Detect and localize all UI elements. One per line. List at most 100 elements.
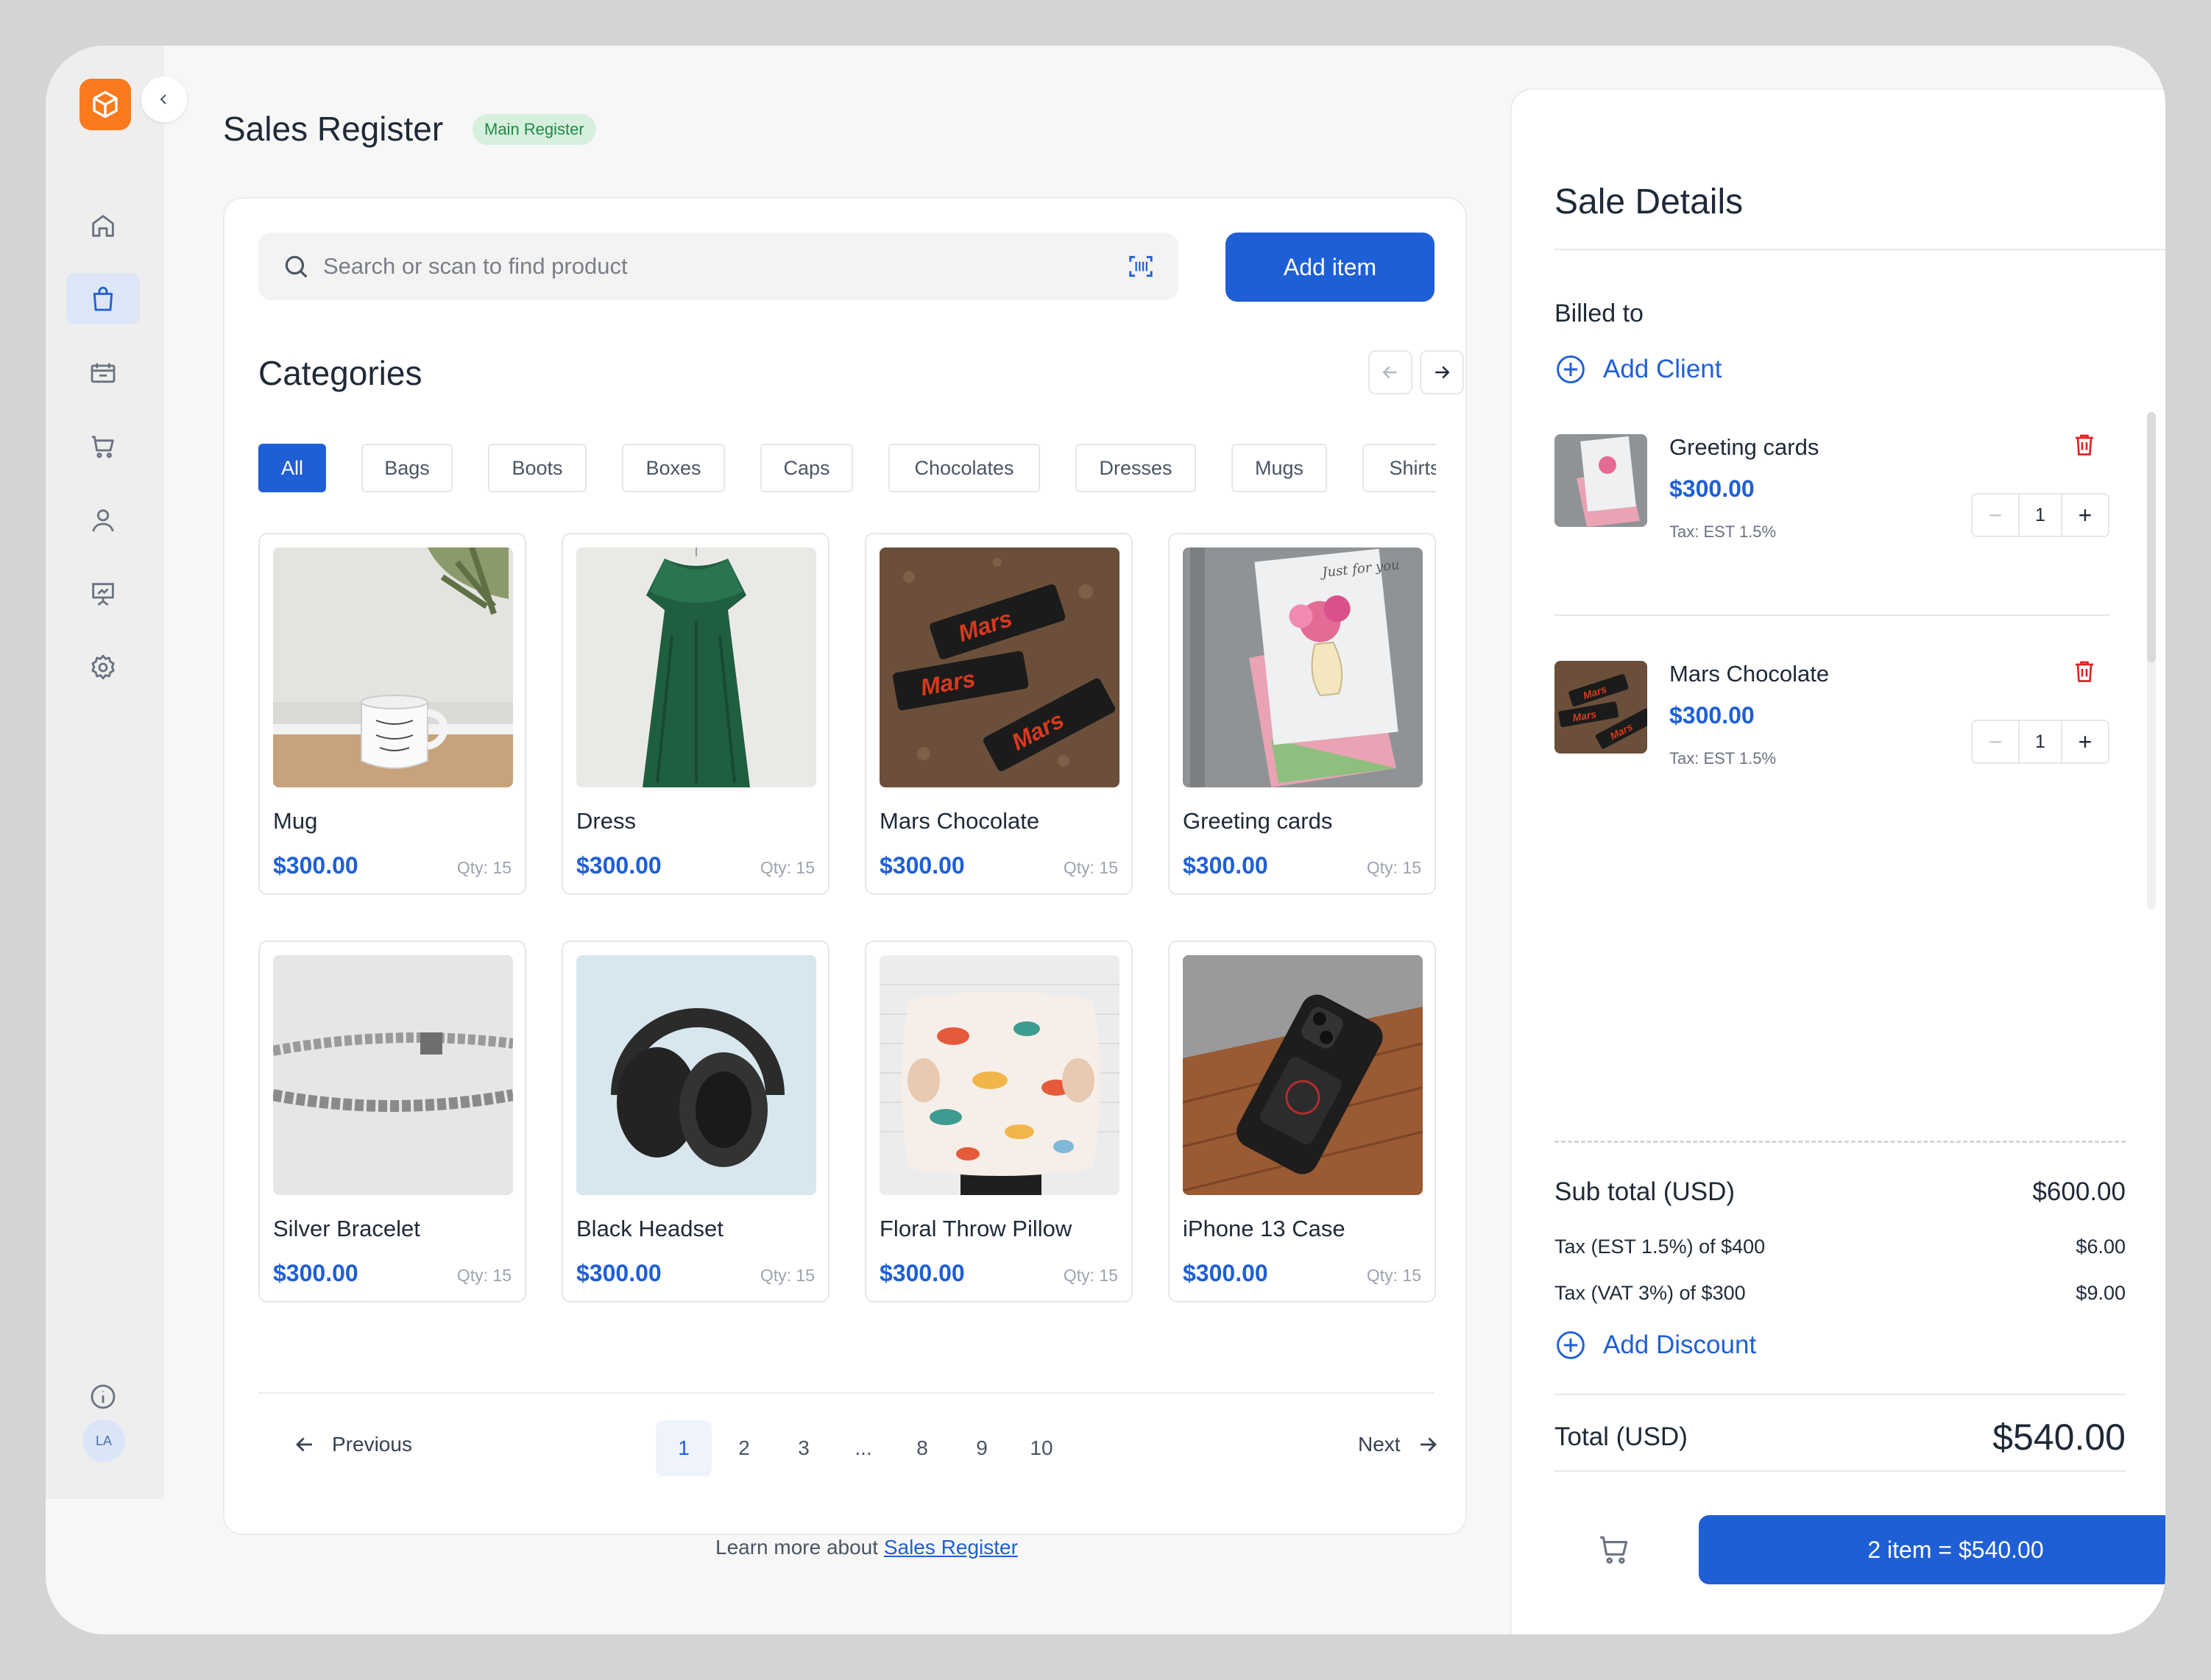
product-qty: Qty: 15 (1366, 1266, 1421, 1285)
tax-label: Tax (VAT 3%) of $300 (1554, 1282, 1746, 1304)
product-card-silver-bracelet[interactable]: Silver Bracelet $300.00 Qty: 15 (258, 940, 526, 1302)
add-client-button[interactable]: Add Client (1554, 353, 1722, 386)
subtotal-label: Sub total (USD) (1554, 1177, 1736, 1206)
total-value: $540.00 (1992, 1417, 2126, 1458)
category-chip-shirts[interactable]: Shirts (1362, 444, 1436, 492)
categories-title: Categories (258, 354, 422, 392)
product-image-silver-bracelet (273, 955, 513, 1195)
page-number-8[interactable]: 8 (894, 1420, 950, 1476)
device-frame: LA Sales Register Main Register Add item… (0, 0, 2211, 1680)
product-image-iphone-13-case (1183, 955, 1423, 1195)
categories-next-button[interactable] (1420, 350, 1464, 394)
quantity-value[interactable]: 1 (2018, 495, 2062, 536)
product-card-mug[interactable]: Mug $300.00 Qty: 15 (258, 533, 526, 895)
arrow-right-icon (1420, 1437, 1437, 1452)
product-card-mars-chocolate[interactable]: Mars Mars Mars Mars Chocolate $300.00 Qt… (865, 533, 1133, 895)
product-name: Greeting cards (1183, 808, 1333, 834)
page-number-10[interactable]: 10 (1013, 1420, 1069, 1476)
category-chip-boxes[interactable]: Boxes (622, 444, 725, 492)
categories-prev-button[interactable] (1368, 350, 1412, 394)
add-item-button[interactable]: Add item (1225, 233, 1435, 302)
category-chip-bags[interactable]: Bags (361, 444, 453, 492)
page-number-2[interactable]: 2 (716, 1420, 772, 1476)
product-price: $300.00 (880, 1260, 965, 1286)
search-icon (285, 255, 308, 278)
product-qty: Qty: 15 (1063, 858, 1118, 877)
page-number-3[interactable]: 3 (776, 1420, 832, 1476)
remove-item-button[interactable] (2068, 428, 2101, 461)
sidebar-item-tickets[interactable] (66, 347, 140, 399)
tax-label: Tax (EST 1.5%) of $400 (1554, 1236, 1766, 1258)
pagination-next-button[interactable]: Next (1358, 1432, 1440, 1457)
sidebar-item-info[interactable] (66, 1371, 140, 1422)
category-chip-caps[interactable]: Caps (760, 444, 853, 492)
product-card-dress[interactable]: Dress $300.00 Qty: 15 (562, 533, 829, 895)
divider (1554, 614, 2109, 616)
product-qty: Qty: 15 (456, 858, 512, 877)
search-input[interactable] (323, 253, 1127, 280)
arrow-left-icon (1382, 366, 1397, 379)
ticket-icon (91, 363, 116, 383)
checkout-button[interactable]: 2 item = $540.00 (1699, 1515, 2165, 1584)
subtotal-value: $600.00 (2032, 1177, 2126, 1206)
cart-item-thumbnail (1554, 434, 1647, 527)
arrow-right-icon (1435, 366, 1450, 379)
page-number-9[interactable]: 9 (954, 1420, 1010, 1476)
quantity-stepper: − 1 + (1971, 720, 2109, 764)
quantity-stepper: − 1 + (1971, 493, 2109, 537)
sidebar: LA (46, 46, 164, 1499)
scrollbar-thumb[interactable] (2147, 412, 2156, 662)
product-card-floral-throw-pillow[interactable]: Floral Throw Pillow $300.00 Qty: 15 (865, 940, 1133, 1302)
cart-item-price: $300.00 (1669, 702, 1755, 729)
increase-quantity-button[interactable]: + (2062, 721, 2108, 762)
pagination-previous-button[interactable]: Previous (292, 1432, 412, 1457)
brand-logo[interactable] (79, 79, 131, 130)
add-discount-button[interactable]: Add Discount (1554, 1329, 1756, 1361)
decrease-quantity-button[interactable]: − (1973, 721, 2018, 762)
product-price: $300.00 (880, 852, 965, 879)
sidebar-item-cart[interactable] (66, 421, 140, 472)
remove-item-button[interactable] (2068, 655, 2101, 687)
quantity-value[interactable]: 1 (2018, 721, 2062, 762)
category-chip-all[interactable]: All (258, 444, 326, 492)
cart-item-tax: Tax: EST 1.5% (1669, 522, 1777, 541)
sidebar-item-home[interactable] (66, 200, 140, 252)
avatar[interactable]: LA (82, 1420, 125, 1462)
pagination-next-label: Next (1358, 1433, 1401, 1456)
sidebar-item-reports[interactable] (66, 568, 140, 620)
category-chip-boots[interactable]: Boots (488, 444, 587, 492)
sale-details-panel: Sale Details Billed to Add Client Greeti… (1510, 88, 2165, 1634)
barcode-scan-icon[interactable] (1127, 252, 1155, 280)
learn-more-link[interactable]: Sales Register (884, 1536, 1018, 1559)
sidebar-item-settings[interactable] (66, 642, 140, 693)
product-name: iPhone 13 Case (1183, 1216, 1345, 1241)
plus-circle-icon (1557, 355, 1585, 383)
cart-item-greeting-cards: Greeting cards $300.00 Tax: EST 1.5% − 1… (1554, 434, 2109, 581)
increase-quantity-button[interactable]: + (2062, 495, 2108, 536)
category-chip-mugs[interactable]: Mugs (1231, 444, 1327, 492)
category-chip-chocolates[interactable]: Chocolates (888, 444, 1040, 492)
search-bar[interactable] (258, 233, 1178, 300)
sale-details-title: Sale Details (1554, 182, 1744, 221)
app-screen: LA Sales Register Main Register Add item… (46, 46, 2165, 1634)
product-image-greeting-cards: Just for you (1183, 547, 1423, 787)
product-image-black-headset (576, 955, 816, 1195)
decrease-quantity-button[interactable]: − (1973, 495, 2018, 536)
product-card-greeting-cards[interactable]: Just for you Greeting cards $300.00 Qty:… (1168, 533, 1436, 895)
collapse-sidebar-button[interactable] (141, 77, 187, 122)
product-price: $300.00 (576, 1260, 662, 1286)
product-card-iphone-13-case[interactable]: iPhone 13 Case $300.00 Qty: 15 (1168, 940, 1436, 1302)
divider (1554, 1470, 2126, 1472)
cart-icon (1600, 1536, 1628, 1564)
pagination-previous-label: Previous (332, 1433, 412, 1456)
sale-panel-scrollbar[interactable] (2147, 412, 2156, 910)
page-number-1[interactable]: 1 (656, 1420, 712, 1476)
sidebar-item-sales[interactable] (66, 273, 140, 325)
category-chip-dresses[interactable]: Dresses (1075, 444, 1196, 492)
plus-circle-icon (1557, 1331, 1585, 1359)
product-card-black-headset[interactable]: Black Headset $300.00 Qty: 15 (562, 940, 829, 1302)
page-title: Sales Register (223, 110, 444, 148)
cart-item-price: $300.00 (1669, 475, 1755, 502)
summary-divider (1554, 1141, 2126, 1143)
sidebar-item-users[interactable] (66, 495, 140, 546)
